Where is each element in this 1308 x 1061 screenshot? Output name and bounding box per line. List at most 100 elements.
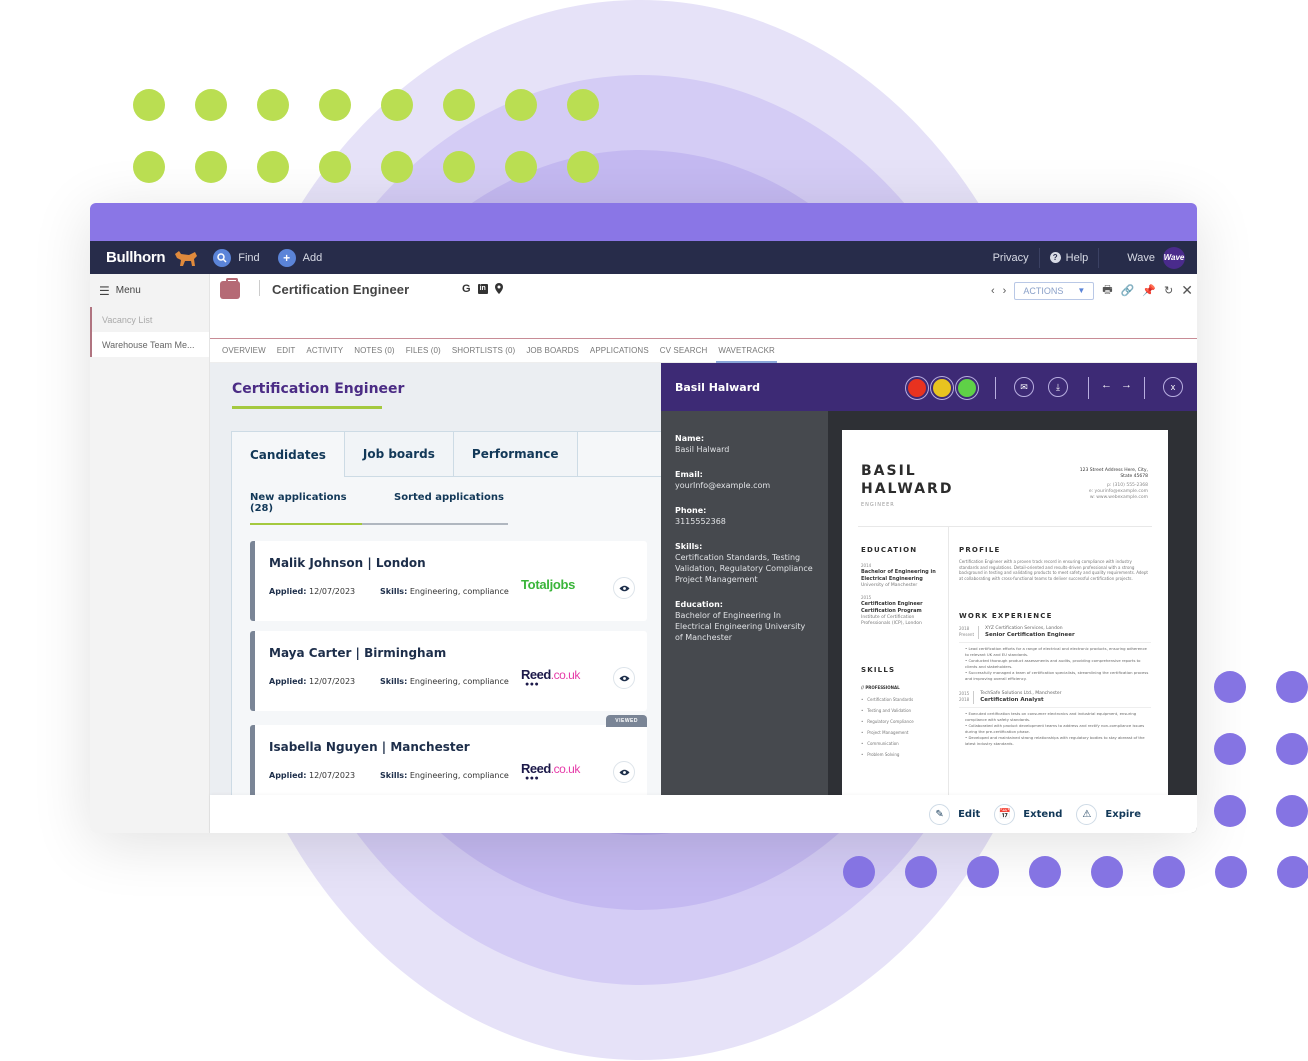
divider <box>858 526 1152 527</box>
skills-value: Engineering, compliance <box>409 677 509 686</box>
vacancy-title: Certification Engineer <box>232 381 405 397</box>
subtab-sorted-applications[interactable]: Sorted applications <box>362 492 508 525</box>
tab-performance[interactable]: Performance <box>453 431 578 477</box>
edu-school: Institute of Certification Professionals… <box>861 615 922 626</box>
sidebar-item-warehouse-team[interactable]: Warehouse Team Me... <box>90 332 209 357</box>
candidate-skills: Skills: Engineering, compliance <box>380 587 509 596</box>
tab-candidates[interactable]: Candidates <box>231 431 345 477</box>
skill-item: • Problem Solving <box>861 752 900 757</box>
applied-value: 12/07/2023 <box>309 677 356 686</box>
decor-dot <box>1277 856 1308 888</box>
find-button[interactable]: Find <box>213 248 260 267</box>
divider <box>1098 247 1100 268</box>
cv-viewer: Basil Halward ✉ ⤓ ← → x Name: Basil Halw… <box>661 363 1197 833</box>
job-entry: 2018 Present XYZ Certification Services, L… <box>959 626 1151 681</box>
user-avatar[interactable]: Wave <box>1163 246 1185 269</box>
privacy-link[interactable]: Privacy <box>993 252 1029 264</box>
skills-value: Engineering, compliance <box>409 587 509 596</box>
subtab-new-applications[interactable]: New applications (28) <box>250 492 362 525</box>
help-link[interactable]: ? Help <box>1049 251 1089 264</box>
candidate-card[interactable]: VIEWED Isabella Nguyen | Manchester Applie… <box>250 715 647 805</box>
arrow-right-icon[interactable]: → <box>1121 379 1132 391</box>
status-red-button[interactable] <box>906 377 928 399</box>
job-title: Certification Analyst <box>980 697 1044 703</box>
expire-button[interactable]: ⚠ Expire <box>1076 803 1141 825</box>
pin-icon[interactable]: 📌 <box>1142 284 1156 297</box>
cv-info-value: Basil Halward <box>675 445 730 454</box>
record-tab[interactable]: EDIT <box>277 339 296 363</box>
extend-button[interactable]: 📅 Extend <box>994 803 1063 825</box>
print-icon[interactable]: 🖶 <box>1102 281 1112 300</box>
add-label: Add <box>302 251 323 264</box>
download-icon[interactable]: ⤓ <box>1048 377 1068 397</box>
prev-record-icon[interactable]: ‹ <box>991 285 995 297</box>
resume-role: ENGINEER <box>861 502 895 508</box>
close-cv-icon[interactable]: x <box>1163 377 1183 397</box>
decor-dot <box>905 856 937 888</box>
candidate-card[interactable]: Malik Johnson | London Applied: 12/07/202… <box>250 541 647 621</box>
edit-button[interactable]: ✎ Edit <box>929 803 980 825</box>
marketing-stage: Bullhorn Find + Add Privacy ? Help Wave … <box>0 0 1308 1061</box>
candidate-name[interactable]: Malik Johnson | London <box>269 556 426 570</box>
candidate-card[interactable]: Maya Carter | Birmingham Applied: 12/07/2… <box>250 631 647 711</box>
user-name[interactable]: Wave <box>1127 252 1155 264</box>
resume-name: BASIL HALWARD <box>861 462 953 498</box>
record-tab[interactable]: NOTES (0) <box>354 339 394 363</box>
bullet-text: Lead certification efforts for a range o… <box>965 646 1147 657</box>
record-tab[interactable]: FILES (0) <box>406 339 441 363</box>
record-tab[interactable]: ACTIVITY <box>306 339 343 363</box>
bullet-text: Developed and maintained strong relation… <box>965 735 1145 746</box>
record-tab[interactable]: WAVETRACKR <box>716 339 777 363</box>
skill-item: • Communication <box>861 741 899 746</box>
record-tab[interactable]: OVERVIEW <box>222 339 266 363</box>
google-icon[interactable]: G <box>462 283 471 297</box>
linkedin-icon[interactable]: in <box>477 284 488 294</box>
record-tab[interactable]: CV SEARCH <box>660 339 708 363</box>
record-tab[interactable]: APPLICATIONS <box>590 339 649 363</box>
actions-dropdown[interactable]: ACTIONS ▼ <box>1014 281 1095 300</box>
sidebar-item-vacancy-list[interactable]: Vacancy List <box>90 307 209 332</box>
status-green-button[interactable] <box>956 377 978 399</box>
skills-label: Skills: <box>380 587 408 596</box>
refresh-icon[interactable]: ↻ <box>1164 284 1173 297</box>
decor-dot <box>567 89 599 121</box>
arrow-left-icon[interactable]: ← <box>1101 379 1112 391</box>
extend-label: Extend <box>1023 808 1063 820</box>
applied-label: Applied: <box>269 771 307 780</box>
edu-degree: Certification Engineer Certification Pro… <box>861 601 923 614</box>
help-label: Help <box>1065 251 1089 264</box>
add-button[interactable]: + Add <box>277 248 323 267</box>
record-title: Certification Engineer <box>272 282 410 297</box>
bullet-text: Successfully managed a team of certifica… <box>965 670 1149 681</box>
decor-dot <box>319 151 351 183</box>
view-eye-icon[interactable] <box>613 761 635 783</box>
applied-value: 12/07/2023 <box>309 771 356 780</box>
status-amber-button[interactable] <box>931 377 953 399</box>
next-record-icon[interactable]: › <box>1003 285 1007 297</box>
record-tab[interactable]: SHORTLISTS (0) <box>452 339 516 363</box>
decor-dot <box>567 151 599 183</box>
candidate-list: Malik Johnson | London Applied: 12/07/202… <box>250 541 647 815</box>
cv-info-value: 3115552368 <box>675 517 726 526</box>
link-icon[interactable]: 🔗 <box>1121 284 1135 297</box>
view-eye-icon[interactable] <box>613 667 635 689</box>
divider <box>1088 377 1089 399</box>
hamburger-icon: ☰ <box>99 283 110 298</box>
totaljobs-logo: Totaljobs <box>521 577 576 592</box>
skills-heading: SKILLS <box>861 666 896 674</box>
tab-job-boards[interactable]: Job boards <box>344 431 454 477</box>
view-eye-icon[interactable] <box>613 577 635 599</box>
location-pin-icon[interactable] <box>494 283 503 297</box>
record-tab[interactable]: JOB BOARDS <box>526 339 579 363</box>
menu-button[interactable]: ☰ Menu <box>90 274 209 307</box>
candidate-name[interactable]: Isabella Nguyen | Manchester <box>269 740 470 754</box>
email-icon[interactable]: ✉ <box>1014 377 1034 397</box>
board-name: Reed <box>521 667 551 682</box>
skill-text: Testing and Validation <box>867 708 912 713</box>
decor-dot <box>505 151 537 183</box>
close-icon[interactable]: ✕ <box>1181 282 1193 299</box>
candidate-name[interactable]: Maya Carter | Birmingham <box>269 646 446 660</box>
decor-dot <box>133 151 165 183</box>
job-bullet: • Conducted thorough product assessments… <box>965 658 1141 669</box>
divider <box>1038 247 1040 268</box>
